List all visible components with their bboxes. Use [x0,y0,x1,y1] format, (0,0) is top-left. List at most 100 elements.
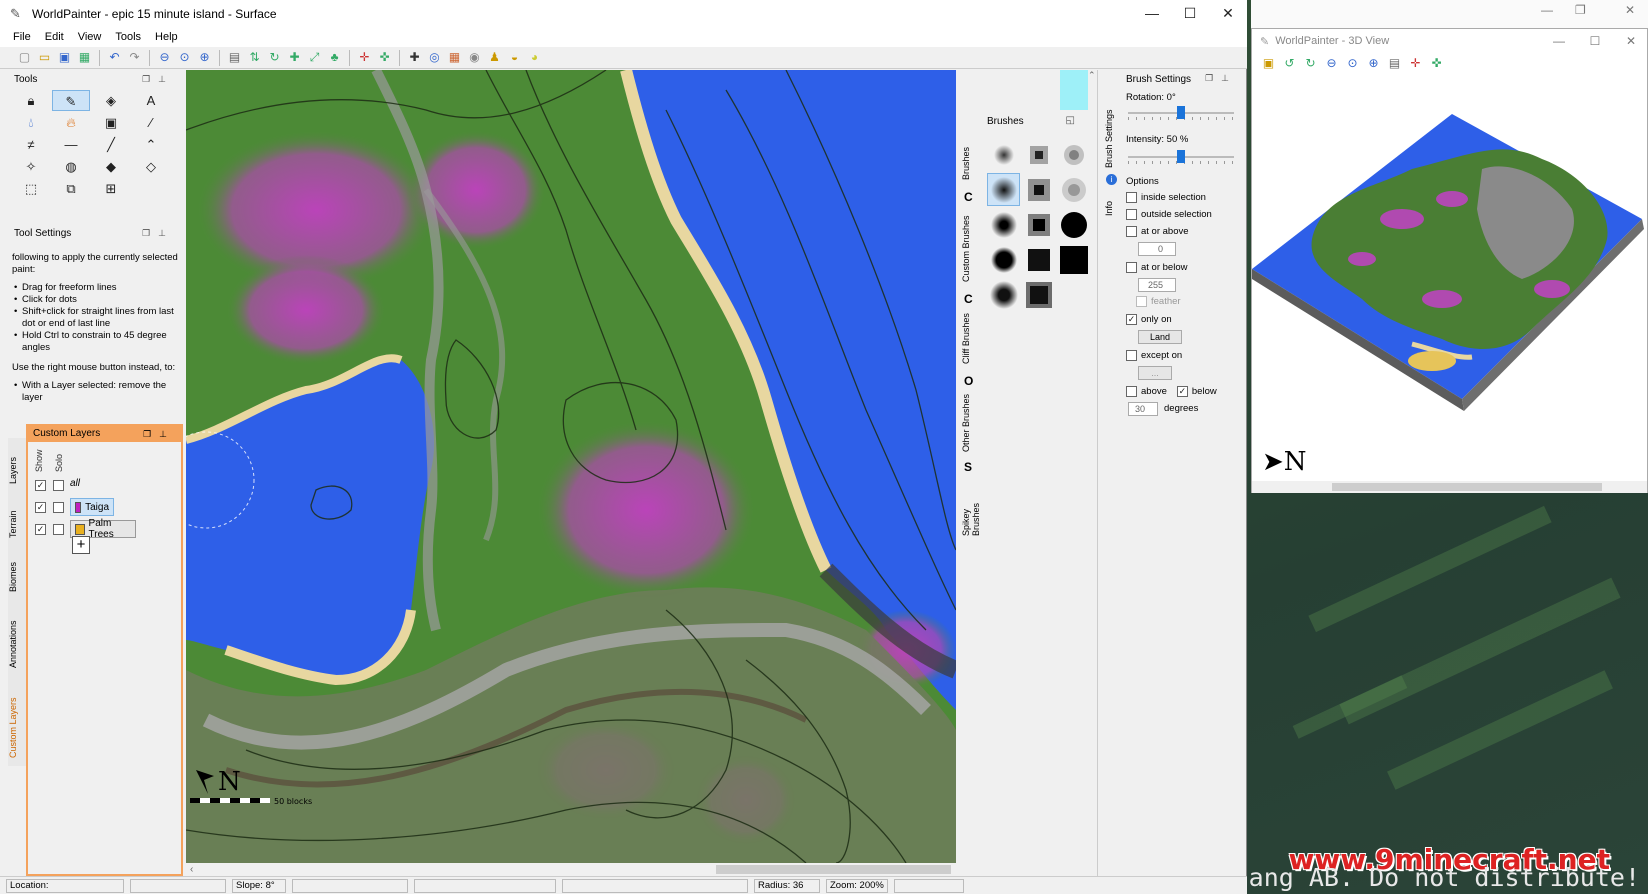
move-to-origin-icon[interactable]: ✜ [376,49,393,66]
contours-icon[interactable]: ◎ [426,49,443,66]
biomes-icon[interactable]: ◒ [506,49,523,66]
brush-square-hard[interactable] [1057,243,1090,276]
inside-selection-row[interactable]: inside selection [1126,192,1206,203]
text-tool-icon[interactable]: A [132,90,170,111]
outside-selection-row[interactable]: outside selection [1126,209,1212,220]
tab-other-brushes[interactable]: Other Brushes [961,388,979,454]
menu-view[interactable]: View [71,31,109,43]
tab-annotations[interactable]: Annotations [8,600,26,670]
brush-round-dark[interactable] [987,208,1020,241]
smooth-tool-icon[interactable]: ✧ [12,156,50,177]
brush-soft-small[interactable] [987,138,1020,171]
map-hscrollbar[interactable]: ‹ [186,863,956,876]
zoom-reset-icon[interactable]: ⊙ [176,49,193,66]
export-icon[interactable]: ▦ [76,49,93,66]
info-icon[interactable]: i [1106,174,1117,185]
close-button[interactable]: ✕ [1209,0,1247,27]
at-or-below-checkbox[interactable] [1126,262,1137,273]
3d-scroll-thumb[interactable] [1332,483,1602,491]
open-icon[interactable]: ▭ [36,49,53,66]
menu-tools[interactable]: Tools [108,31,148,43]
brush-round-solid[interactable] [987,243,1020,276]
eyedropper-tool-icon[interactable]: ⁄ [132,112,170,133]
solo-palm-trees-checkbox[interactable] [53,524,64,535]
sphere-tool-icon[interactable]: ◍ [52,156,90,177]
rotation-slider[interactable] [1128,106,1234,120]
panel-dock-controls[interactable]: ❐⊥ [1205,73,1237,84]
only-on-row[interactable]: ✓ only on [1126,314,1172,325]
pyramid-tool-icon[interactable]: ◆ [92,156,130,177]
outside-selection-checkbox[interactable] [1126,209,1137,220]
panel-dock-controls[interactable]: ❐⊥ [143,426,175,442]
above-checkbox[interactable] [1126,386,1137,397]
brush-square-large[interactable] [1022,278,1055,311]
minimize-button[interactable]: — [1541,29,1577,53]
degrees-spinner[interactable]: 30 [1128,402,1158,416]
brush-noise[interactable] [1057,138,1090,171]
show-all-checkbox[interactable]: ✓ [35,480,46,491]
tab-info[interactable]: Info [1104,188,1122,218]
above-row[interactable]: above ✓ below [1126,386,1217,397]
panel-dock-controls[interactable]: ❐⊥ [142,228,174,239]
add-layer-button[interactable]: + [72,536,90,554]
maximize-button[interactable]: ☐ [1171,0,1209,27]
brush-round-large[interactable] [987,278,1020,311]
zoom-in-icon[interactable]: ⊕ [1365,55,1382,72]
raise-mountain-icon[interactable]: ≠ [12,134,50,155]
solo-taiga-checkbox[interactable] [53,502,64,513]
move-to-origin-icon[interactable]: ✜ [1428,55,1445,72]
tab-brush-settings[interactable]: Brush Settings [1104,90,1122,170]
map-scroll-thumb[interactable] [716,865,951,874]
brush-square-medium[interactable] [1022,173,1055,206]
at-or-below-row[interactable]: at or below [1126,262,1187,273]
brush-soft-medium[interactable] [987,173,1020,206]
rotate-left-icon[interactable]: ↺ [1281,55,1298,72]
populate-icon[interactable]: ♣ [326,49,343,66]
tab-cliff-brushes[interactable]: Cliff Brushes [961,306,979,366]
pencil-tool-icon[interactable]: ✎ [52,90,90,111]
tab-terrain[interactable]: Terrain [8,492,26,540]
shift-world-icon[interactable]: ⇅ [246,49,263,66]
3d-view-title-bar[interactable]: ✎ WorldPainter - 3D View — ☐ ✕ [1252,29,1648,53]
layers-icon[interactable]: ▤ [1386,55,1403,72]
menu-edit[interactable]: Edit [38,31,71,43]
copy-selection-icon[interactable]: ⧉ [52,178,90,199]
brush-square-soft[interactable] [1022,138,1055,171]
scroll-up-icon[interactable]: ⌃ [1088,70,1096,81]
tab-layers[interactable]: Layers [8,438,26,486]
brush-square-solid-soft[interactable] [1022,243,1055,276]
close-button[interactable]: ✕ [1613,29,1648,53]
tab-biomes[interactable]: Biomes [8,546,26,594]
show-taiga-checkbox[interactable]: ✓ [35,502,46,513]
menu-help[interactable]: Help [148,31,185,43]
zoom-out-icon[interactable]: ⊖ [1323,55,1340,72]
move-to-spawn-icon[interactable]: ✛ [356,49,373,66]
at-or-above-spinner[interactable]: 0 [1138,242,1176,256]
feather-checkbox[interactable] [1136,296,1147,307]
new-world-icon[interactable]: ▢ [16,49,33,66]
move-to-spawn-icon[interactable]: ✛ [1407,55,1424,72]
at-or-above-checkbox[interactable] [1126,226,1137,237]
rotation-slider-knob[interactable] [1177,106,1185,119]
add-tiles-icon[interactable]: ✚ [286,49,303,66]
select-rect-icon[interactable]: ⬚ [12,178,50,199]
flood-lava-icon[interactable]: 🔥︎ [52,112,90,133]
export-icon[interactable]: ▣ [1260,55,1277,72]
except-on-checkbox[interactable] [1126,350,1137,361]
show-palm-trees-checkbox[interactable]: ✓ [35,524,46,535]
terrain-map-render[interactable]: N 50 blocks [186,70,956,863]
change-height-icon[interactable]: ⤢ [306,49,323,66]
feather-row[interactable]: feather [1136,296,1181,307]
menu-file[interactable]: File [6,31,38,43]
clear-selection-icon[interactable]: ⊞ [92,178,130,199]
save-icon[interactable]: ▣ [56,49,73,66]
zoom-reset-icon[interactable]: ⊙ [1344,55,1361,72]
except-on-terrain-button[interactable]: ... [1138,366,1172,380]
tab-custom-layers[interactable]: Custom Layers [8,678,26,760]
scroll-left-icon[interactable]: ‹ [190,863,193,876]
erode-tool-icon[interactable]: ◇ [132,156,170,177]
panel-dock-controls[interactable]: ❐⊥ [142,74,174,85]
inside-selection-checkbox[interactable] [1126,192,1137,203]
panel-float-icon[interactable]: ◱ [1066,115,1075,126]
brush-noise-medium[interactable] [1057,173,1090,206]
